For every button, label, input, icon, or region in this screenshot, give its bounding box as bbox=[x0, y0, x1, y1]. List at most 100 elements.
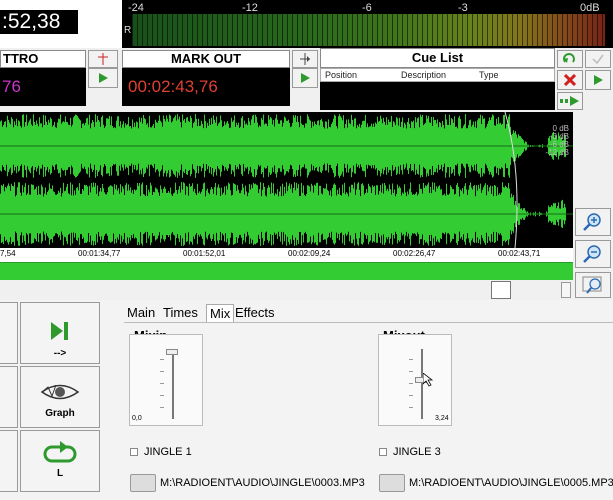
position-display: :52,38 bbox=[0, 10, 78, 34]
mixout-jingle-checkbox[interactable] bbox=[379, 448, 387, 456]
left-button-column bbox=[0, 302, 18, 498]
zoom-out-button[interactable] bbox=[575, 240, 611, 268]
left-edge-button[interactable] bbox=[0, 430, 18, 492]
waveform-svg bbox=[0, 112, 573, 248]
mixout-jingle-row: JINGLE 3 bbox=[379, 446, 441, 458]
scroll-thumb[interactable] bbox=[491, 281, 511, 299]
eye-graph-icon bbox=[40, 384, 80, 400]
timeline-label: 00:02:09,24 bbox=[288, 249, 331, 258]
cue-delete-button[interactable] bbox=[557, 70, 583, 90]
zoom-fit-icon bbox=[582, 276, 602, 294]
zoom-fit-button[interactable] bbox=[575, 272, 611, 298]
meter-bar bbox=[132, 14, 605, 46]
cue-list-header: Position Description Type bbox=[320, 68, 555, 82]
delete-x-icon bbox=[564, 74, 576, 86]
graph-button[interactable]: Graph bbox=[20, 366, 100, 428]
play-icon bbox=[593, 75, 603, 85]
set-intro-button[interactable] bbox=[88, 50, 118, 68]
cue-column-description[interactable]: Description bbox=[401, 70, 446, 80]
loop-icon bbox=[43, 441, 77, 463]
meter-tick-label: -12 bbox=[242, 2, 258, 14]
timeline-label: 00:01:52,01 bbox=[183, 249, 226, 258]
slider-tick bbox=[409, 407, 413, 408]
intro-panel-title: TTRO bbox=[0, 50, 86, 68]
level-meter: -24 -12 -6 -3 0dB R bbox=[122, 0, 613, 48]
graph-button-label: Graph bbox=[45, 408, 75, 419]
slider-tick bbox=[160, 395, 164, 396]
check-icon bbox=[592, 54, 604, 65]
zoom-in-icon bbox=[583, 213, 601, 231]
track-progress-bar[interactable] bbox=[0, 262, 573, 280]
mixout-slider-box[interactable]: 3,24 bbox=[378, 334, 452, 426]
refresh-arrow-icon bbox=[563, 53, 575, 63]
mixout-file-path: M:\RADIOENT\AUDIO\JINGLE\0005.MP3 bbox=[409, 477, 613, 489]
cue-list-title: Cue List bbox=[320, 48, 555, 68]
waveform-display[interactable]: 0 dB -3 dB -6 dB -12 dB bbox=[0, 112, 573, 248]
mixin-jingle-checkbox[interactable] bbox=[130, 448, 138, 456]
set-markout-button[interactable] bbox=[292, 50, 318, 68]
tab-times[interactable]: Times bbox=[160, 304, 201, 321]
mixin-path-row: M:\RADIOENT\AUDIO\JINGLE\0003.MP3 bbox=[130, 474, 365, 492]
loop-button[interactable]: L bbox=[20, 430, 100, 492]
set-marker-icon bbox=[300, 53, 310, 65]
markout-panel-title: MARK OUT bbox=[122, 50, 290, 68]
mixin-slider-thumb[interactable] bbox=[166, 349, 178, 355]
mixin-slider-track bbox=[172, 349, 174, 419]
skip-to-end-icon bbox=[51, 322, 68, 340]
meter-tick-label: 0dB bbox=[580, 2, 600, 14]
meter-channel-label: R bbox=[124, 25, 132, 36]
set-marker-icon bbox=[98, 53, 108, 65]
tab-divider bbox=[124, 322, 613, 323]
cue-edit-button[interactable] bbox=[585, 50, 611, 68]
mixout-browse-button[interactable] bbox=[379, 474, 405, 492]
timeline-label: 00:02:43,71 bbox=[498, 249, 541, 258]
timeline-ruler: 7,54 00:01:34,77 00:01:52,01 00:02:09,24… bbox=[0, 248, 573, 262]
timeline-label: 00:01:34,77 bbox=[78, 249, 121, 258]
markout-time-display: 00:02:43,76 bbox=[122, 68, 290, 106]
mixout-value: 3,24 bbox=[435, 415, 449, 422]
arrow-right-icon bbox=[560, 96, 579, 106]
mixin-slider-box[interactable]: 0,0 bbox=[129, 334, 203, 426]
mixin-file-path: M:\RADIOENT\AUDIO\JINGLE\0003.MP3 bbox=[160, 477, 365, 489]
cue-goto-button[interactable] bbox=[557, 92, 583, 110]
meter-tick-label: -6 bbox=[362, 2, 372, 14]
slider-tick bbox=[409, 359, 413, 360]
meter-tick-label: -3 bbox=[458, 2, 468, 14]
play-icon bbox=[98, 73, 108, 83]
timeline-label: 00:02:26,47 bbox=[393, 249, 436, 258]
cue-add-button[interactable] bbox=[557, 50, 583, 68]
slider-tick bbox=[409, 371, 413, 372]
tab-main[interactable]: Main bbox=[124, 304, 158, 321]
play-markout-button[interactable] bbox=[292, 68, 318, 88]
play-intro-button[interactable] bbox=[88, 68, 118, 88]
timeline-label: 7,54 bbox=[0, 249, 16, 258]
db-label: -12 dB bbox=[545, 148, 569, 157]
mixin-value: 0,0 bbox=[132, 415, 142, 422]
mixin-browse-button[interactable] bbox=[130, 474, 156, 492]
slider-tick bbox=[160, 371, 164, 372]
slider-tick bbox=[160, 407, 164, 408]
waveform-scrollbar[interactable] bbox=[0, 280, 573, 300]
left-edge-button[interactable] bbox=[0, 366, 18, 428]
tab-effects[interactable]: Effects bbox=[232, 304, 278, 321]
cue-column-position[interactable]: Position bbox=[325, 70, 357, 80]
cue-list-body[interactable] bbox=[320, 82, 555, 110]
skip-to-end-button[interactable]: --> bbox=[20, 302, 100, 364]
scroll-end-marker[interactable] bbox=[561, 282, 571, 298]
cue-play-button[interactable] bbox=[585, 70, 611, 90]
mixout-path-row: M:\RADIOENT\AUDIO\JINGLE\0005.MP3 bbox=[379, 474, 613, 492]
mixout-jingle-label: JINGLE 3 bbox=[393, 446, 441, 458]
cue-column-type[interactable]: Type bbox=[479, 70, 499, 80]
slider-tick bbox=[409, 395, 413, 396]
mixin-jingle-row: JINGLE 1 bbox=[130, 446, 192, 458]
loop-button-label: L bbox=[56, 468, 64, 479]
tab-mix[interactable]: Mix bbox=[206, 304, 235, 322]
left-edge-button[interactable] bbox=[0, 302, 18, 364]
mouse-cursor-icon bbox=[423, 373, 434, 387]
skip-button-label: --> bbox=[53, 348, 67, 359]
play-icon bbox=[300, 73, 310, 83]
mixin-jingle-label: JINGLE 1 bbox=[144, 446, 192, 458]
zoom-in-button[interactable] bbox=[575, 208, 611, 236]
slider-tick bbox=[160, 383, 164, 384]
zoom-out-icon bbox=[583, 245, 601, 263]
